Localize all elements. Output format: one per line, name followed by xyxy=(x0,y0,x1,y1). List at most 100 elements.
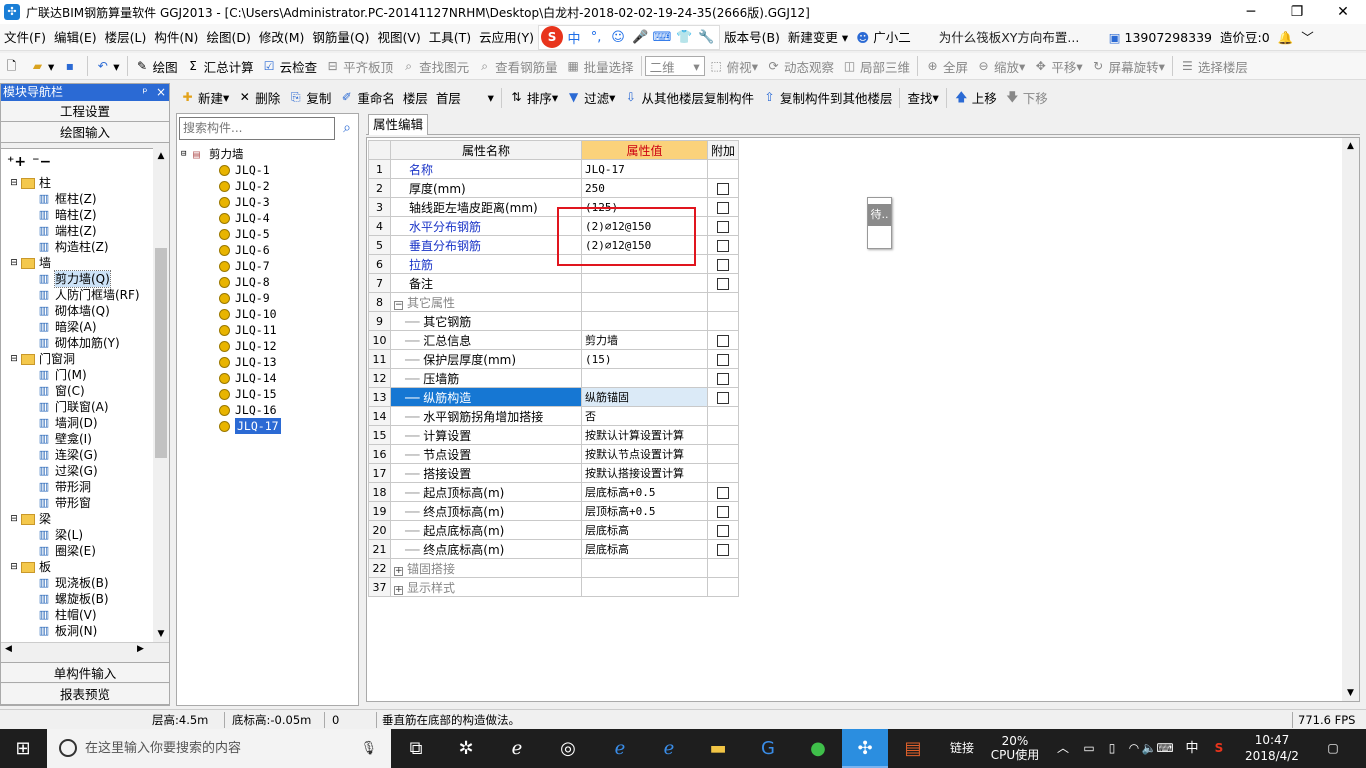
add-checkbox[interactable] xyxy=(717,391,729,404)
property-name[interactable]: ── 终点顶标高(m) xyxy=(390,501,582,521)
scroll-thumb[interactable] xyxy=(155,248,167,458)
property-name[interactable]: 名称 xyxy=(390,159,582,179)
copy-button[interactable]: ⎘ 复制 xyxy=(284,86,335,110)
cpu-meter[interactable]: 20% CPU使用 xyxy=(985,729,1045,768)
property-value[interactable]: 按默认搭接设置计算 xyxy=(581,463,708,483)
nav-item[interactable]: ▥ 连梁(G) xyxy=(1,447,169,463)
component-item[interactable]: JLQ-10 xyxy=(181,306,356,322)
menu-floor[interactable]: 楼层(L) xyxy=(101,24,151,51)
green-app-icon[interactable]: ● xyxy=(795,729,841,768)
ime-chinese-icon[interactable]: 中 xyxy=(563,28,585,47)
menu-component[interactable]: 构件(N) xyxy=(150,24,202,51)
component-item[interactable]: JLQ-14 xyxy=(181,370,356,386)
cloud-check-button[interactable]: ☑ 云检查 xyxy=(258,54,322,78)
property-name[interactable]: ── 起点顶标高(m) xyxy=(390,482,582,502)
view-rebar-button[interactable]: ⌕ 查看钢筋量 xyxy=(473,54,562,78)
find-element-button[interactable]: ⌕ 查找图元 xyxy=(397,54,473,78)
add-checkbox[interactable] xyxy=(717,353,729,366)
property-value[interactable]: 纵筋锚固 xyxy=(581,387,708,407)
taskbar-search[interactable]: 在这里输入你要搜索的内容 🎙 xyxy=(47,729,391,768)
property-value[interactable] xyxy=(581,577,708,597)
component-item[interactable]: JLQ-12 xyxy=(181,338,356,354)
user-account[interactable]: ▣ 13907298339 xyxy=(1105,24,1216,51)
property-value[interactable] xyxy=(581,311,708,331)
ime-punct-icon[interactable]: °, xyxy=(585,30,607,45)
property-name[interactable]: ── 纵筋构造 xyxy=(390,387,582,407)
add-checkbox[interactable] xyxy=(717,505,729,518)
property-name[interactable]: ── 搭接设置 xyxy=(390,463,582,483)
nav-item[interactable]: ▥ 暗柱(Z) xyxy=(1,207,169,223)
view-mode-select[interactable]: 二维 ▾ xyxy=(644,56,705,76)
pan-button[interactable]: ✥ 平移 ▾ xyxy=(1029,54,1086,78)
ime-emoji-icon[interactable]: ☺ xyxy=(607,30,629,45)
scroll-up-arrow[interactable]: ▲ xyxy=(153,148,169,164)
nav-item[interactable]: ▥ 过梁(G) xyxy=(1,463,169,479)
property-value[interactable]: (15) xyxy=(581,349,708,369)
menu-view[interactable]: 视图(V) xyxy=(373,24,424,51)
nav-item[interactable]: ▥ 门联窗(A) xyxy=(1,399,169,415)
tree-root[interactable]: ⊟ ▤ 剪力墙 xyxy=(181,146,356,162)
component-item[interactable]: JLQ-8 xyxy=(181,274,356,290)
sogou-tray-icon[interactable]: S xyxy=(1208,729,1230,768)
nav-folder[interactable]: ⊟ 梁 xyxy=(1,511,169,527)
nav-item[interactable]: ▥ 带形窗 xyxy=(1,495,169,511)
fullscreen-button[interactable]: ⊕ 全屏 xyxy=(921,54,972,78)
network-icon[interactable]: ▭ xyxy=(1080,729,1098,768)
ime-indicator[interactable]: 中 xyxy=(1182,729,1202,768)
new-component-button[interactable]: ✚ 新建 ▾ xyxy=(176,86,233,110)
property-row[interactable]: 9 ── 其它钢筋 xyxy=(368,311,740,331)
ie-alt-icon[interactable]: ℯ xyxy=(646,729,692,768)
property-value[interactable]: 按默认计算设置计算 xyxy=(581,425,708,445)
component-item[interactable]: JLQ-6 xyxy=(181,242,356,258)
notification-icon[interactable]: ▢ xyxy=(1318,729,1348,768)
nav-item[interactable]: ▥ 现浇板(B) xyxy=(1,575,169,591)
nav-item[interactable]: ▥ 壁龛(I) xyxy=(1,431,169,447)
nav-folder[interactable]: ⊟ 墙 xyxy=(1,255,169,271)
collapse-icon[interactable]: ⊟ xyxy=(9,255,19,271)
add-checkbox[interactable] xyxy=(717,277,729,290)
task-view-icon[interactable]: ⧉ xyxy=(393,729,439,768)
property-name[interactable]: ── 保护层厚度(mm) xyxy=(390,349,582,369)
property-name[interactable]: + 显示样式 xyxy=(390,577,582,597)
floating-tooltip[interactable]: 待.. xyxy=(867,197,892,249)
nav-item[interactable]: ▥ 墙洞(D) xyxy=(1,415,169,431)
start-button[interactable]: ⊞ xyxy=(0,729,46,768)
property-name[interactable]: 厚度(mm) xyxy=(390,178,582,198)
select-floor-button[interactable]: ☰ 选择楼层 xyxy=(1176,54,1252,78)
property-name[interactable]: ── 计算设置 xyxy=(390,425,582,445)
property-vertical-scrollbar[interactable]: ▲ ▼ xyxy=(1342,138,1359,701)
search-input[interactable]: 搜索构件... xyxy=(179,117,335,140)
batch-select-button[interactable]: ▦ 批量选择 xyxy=(562,54,638,78)
nav-item[interactable]: ▥ 窗(C) xyxy=(1,383,169,399)
property-name[interactable]: + 锚固搭接 xyxy=(390,558,582,578)
property-value[interactable]: 层底标高+0.5 xyxy=(581,482,708,502)
zoom-button[interactable]: ⊖ 缩放 ▾ xyxy=(972,54,1029,78)
more-chevron-icon[interactable]: ﹀ xyxy=(1297,24,1318,51)
find-button[interactable]: 查找 ▾ xyxy=(903,86,942,110)
nav-item[interactable]: ▥ 暗梁(A) xyxy=(1,319,169,335)
component-item[interactable]: JLQ-3 xyxy=(181,194,356,210)
menu-modify[interactable]: 修改(M) xyxy=(255,24,309,51)
property-row[interactable]: 20 ── 起点底标高(m) 层底标高 xyxy=(368,520,740,540)
bell-icon[interactable]: 🔔 xyxy=(1274,24,1298,51)
property-value[interactable]: 层顶标高+0.5 xyxy=(581,501,708,521)
report-preview-button[interactable]: 报表预览 xyxy=(1,684,169,705)
property-name[interactable]: ── 其它钢筋 xyxy=(390,311,582,331)
nav-item[interactable]: ▥ 砌体加筋(Y) xyxy=(1,335,169,351)
component-item[interactable]: JLQ-1 xyxy=(181,162,356,178)
rename-button[interactable]: ✐ 重命名 xyxy=(335,86,399,110)
add-checkbox[interactable] xyxy=(717,334,729,347)
property-name[interactable]: 拉筋 xyxy=(390,254,582,274)
property-row[interactable]: 37 + 显示样式 xyxy=(368,577,740,597)
property-value[interactable]: 250 xyxy=(581,178,708,198)
nav-item[interactable]: ▥ 砌体墙(Q) xyxy=(1,303,169,319)
component-item[interactable]: JLQ-15 xyxy=(181,386,356,402)
property-value[interactable]: JLQ-17 xyxy=(581,159,708,179)
property-value[interactable]: 否 xyxy=(581,406,708,426)
close-icon[interactable]: × xyxy=(153,84,169,101)
component-item[interactable]: JLQ-2 xyxy=(181,178,356,194)
save-button[interactable]: ▪ xyxy=(58,54,84,78)
ime-keyboard-icon[interactable]: ⌨ xyxy=(651,30,673,45)
add-checkbox[interactable] xyxy=(717,201,729,214)
assistant-button[interactable]: ☻ 广小二 xyxy=(852,24,915,51)
